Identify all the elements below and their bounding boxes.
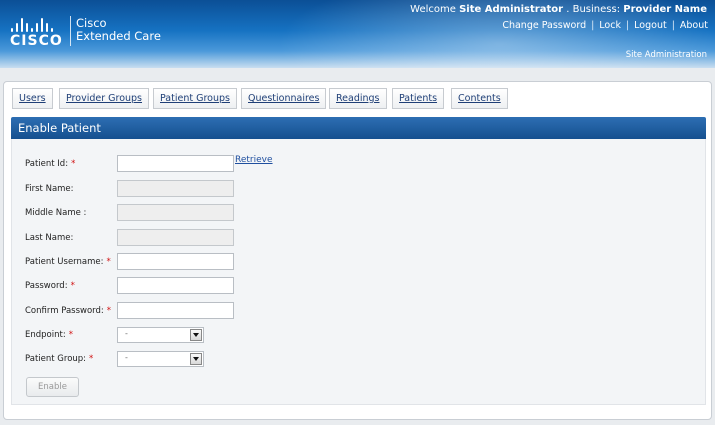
section-header: Enable Patient xyxy=(11,117,706,139)
tab-users[interactable]: Users xyxy=(12,88,53,109)
confirm-password-input[interactable] xyxy=(117,302,234,319)
main-panel: Users Provider Groups Patient Groups Que… xyxy=(3,81,712,420)
welcome-text: Welcome Site Administrator . Business: P… xyxy=(410,4,707,15)
logout-link[interactable]: Logout xyxy=(634,20,667,31)
cisco-logo: CISCO xyxy=(10,14,65,49)
chevron-down-icon[interactable] xyxy=(190,329,202,341)
tab-readings[interactable]: Readings xyxy=(329,88,387,109)
patient-group-select[interactable]: - xyxy=(117,351,204,367)
section-title: Enable Patient xyxy=(18,121,101,135)
patient-id-input[interactable] xyxy=(117,155,234,172)
required-mark: * xyxy=(68,330,73,340)
endpoint-label: Endpoint: * xyxy=(25,330,73,340)
first-name-input xyxy=(117,180,234,197)
user-name: Site Administrator xyxy=(459,4,564,15)
required-mark: * xyxy=(89,354,94,364)
patient-group-value: - xyxy=(125,353,128,362)
product-name: Cisco Extended Care xyxy=(76,17,161,43)
endpoint-select[interactable]: - xyxy=(117,327,204,343)
cisco-bars-icon xyxy=(11,14,63,32)
welcome-prefix: Welcome xyxy=(410,4,456,15)
first-name-label: First Name: xyxy=(25,184,74,194)
tab-questionnaires[interactable]: Questionnaires xyxy=(241,88,327,109)
tab-patients[interactable]: Patients xyxy=(392,88,445,109)
patient-group-label: Patient Group: * xyxy=(25,354,94,364)
required-mark: * xyxy=(106,306,112,316)
tab-patient-groups[interactable]: Patient Groups xyxy=(153,88,237,109)
last-name-input xyxy=(117,229,234,246)
tab-contents[interactable]: Contents xyxy=(451,88,508,109)
password-label: Password: * xyxy=(25,281,75,291)
retrieve-link[interactable]: Retrieve xyxy=(235,155,273,165)
logo-divider xyxy=(70,16,71,46)
enable-patient-form: Patient Id: * Retrieve First Name: Middle… xyxy=(11,139,706,405)
required-mark: * xyxy=(70,281,75,291)
middle-name-input xyxy=(117,204,234,221)
tab-provider-groups[interactable]: Provider Groups xyxy=(59,88,150,109)
app-header: CISCO Cisco Extended Care Welcome Site A… xyxy=(0,0,715,68)
about-link[interactable]: About xyxy=(680,20,708,31)
business-prefix: . Business: xyxy=(566,4,621,15)
last-name-label: Last Name: xyxy=(25,233,74,243)
middle-name-label: Middle Name : xyxy=(25,208,87,218)
context-label: Site Administration xyxy=(625,50,707,60)
top-links: Change Password | Lock | Logout | About xyxy=(502,20,708,31)
patient-username-input[interactable] xyxy=(117,253,234,270)
lock-link[interactable]: Lock xyxy=(599,20,621,31)
change-password-link[interactable]: Change Password xyxy=(502,20,586,31)
required-mark: * xyxy=(71,159,76,169)
confirm-password-label: Confirm Password: * xyxy=(25,306,112,316)
business-name: Provider Name xyxy=(623,4,707,15)
patient-username-label: Patient Username: * xyxy=(25,257,111,267)
cisco-wordmark: CISCO xyxy=(10,33,63,49)
patient-id-label: Patient Id: * xyxy=(25,159,76,169)
password-input[interactable] xyxy=(117,277,234,294)
chevron-down-icon[interactable] xyxy=(190,353,202,365)
enable-button[interactable]: Enable xyxy=(26,377,79,397)
endpoint-value: - xyxy=(125,329,128,338)
required-mark: * xyxy=(106,257,111,267)
product-line-2: Extended Care xyxy=(76,29,161,43)
